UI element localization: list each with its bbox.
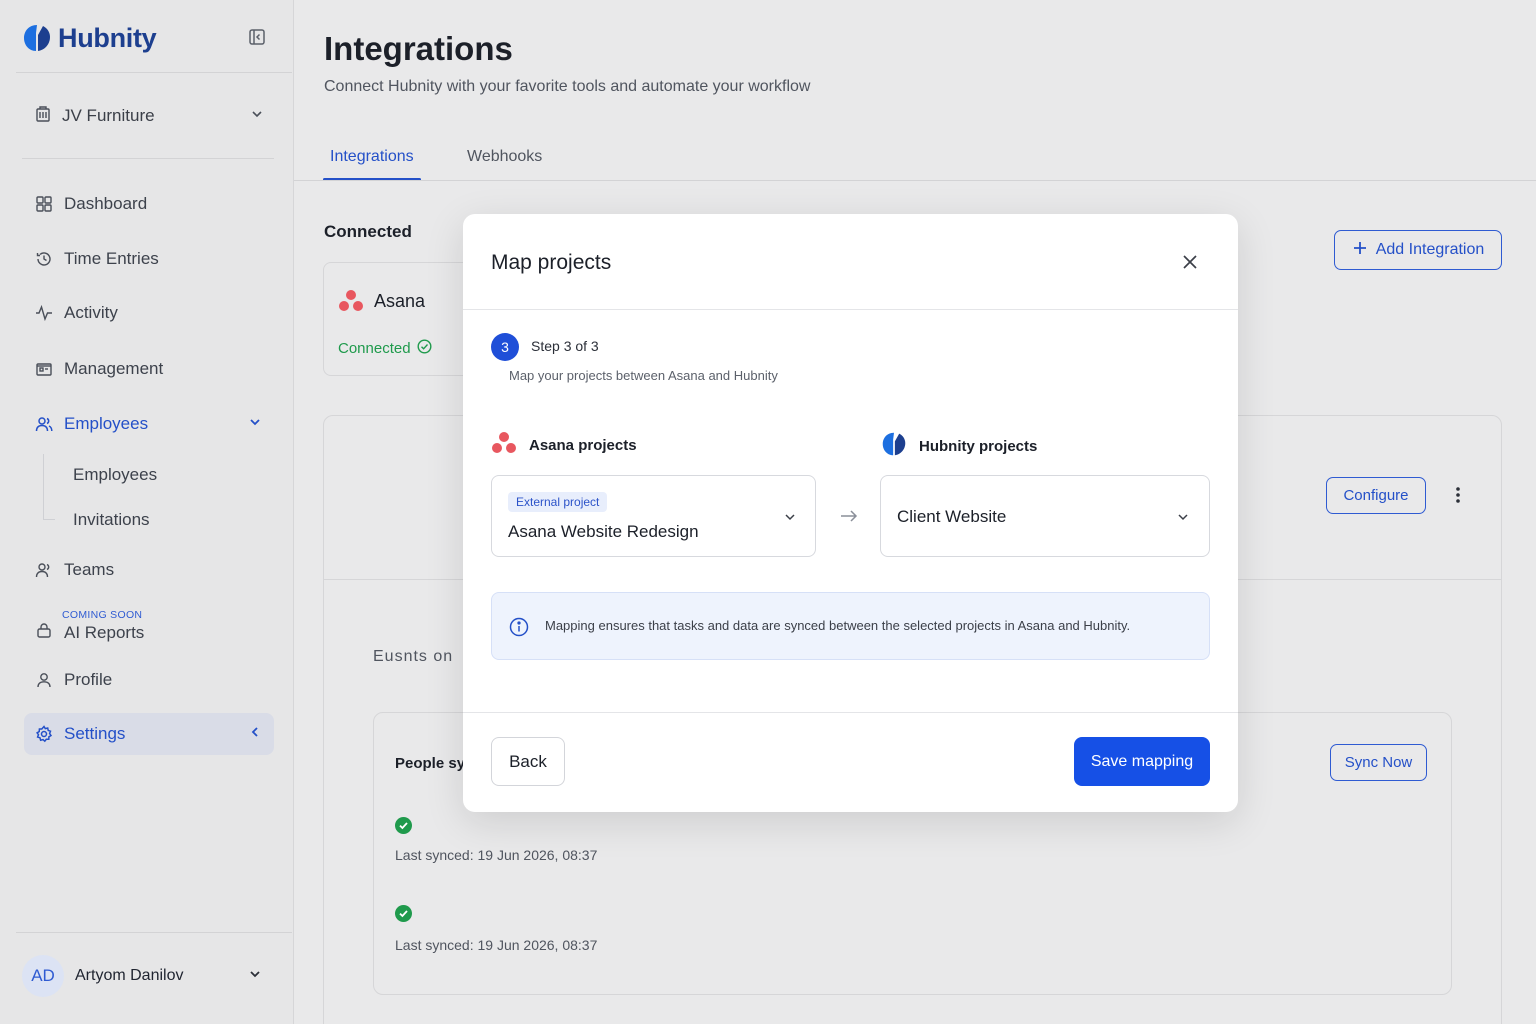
chevron-down-icon — [248, 967, 262, 986]
hubnity-logo-icon — [24, 25, 50, 51]
asana-logo-icon — [491, 431, 517, 459]
connected-section-title: Connected — [324, 222, 412, 241]
sidebar-subitem-employees[interactable]: Employees — [73, 465, 157, 485]
user-menu[interactable]: AD Artyom Danilov — [22, 954, 272, 998]
sidebar-item-label: Employees — [64, 414, 149, 433]
user-name: Artyom Danilov — [75, 967, 184, 984]
asana-projects-header: Asana projects — [491, 431, 637, 459]
page-subtitle: Connect Hubnity with your favorite tools… — [324, 78, 811, 95]
sidebar-divider — [16, 72, 292, 73]
page-title: Integrations — [324, 30, 513, 67]
hubnity-project-select[interactable]: Client Website — [880, 475, 1210, 557]
sidebar-item-label: Profile — [64, 670, 113, 689]
sidebar-item-time-entries[interactable]: Time Entries — [24, 239, 274, 279]
activity-pulse-icon — [34, 303, 54, 323]
info-icon — [508, 616, 530, 638]
building-icon — [34, 105, 52, 128]
modal-divider — [463, 309, 1238, 310]
gear-icon — [34, 724, 54, 744]
brand-logo[interactable]: Hubnity — [22, 20, 272, 56]
save-mapping-button[interactable]: Save mapping — [1074, 737, 1210, 786]
map-projects-modal: Map projects 3 Step 3 of 3 Map your proj… — [463, 214, 1238, 812]
asana-project-select[interactable]: External project Asana Website Redesign — [491, 475, 816, 557]
sidebar-item-dashboard[interactable]: Dashboard — [24, 184, 274, 224]
sidebar: Hubnity JV Furniture Dashboard Time Entr… — [0, 0, 294, 1024]
back-button[interactable]: Back — [491, 737, 565, 786]
asana-project-value: Asana Website Redesign — [508, 522, 699, 541]
sidebar-item-settings[interactable]: Settings — [24, 713, 274, 755]
sidebar-divider — [22, 158, 274, 159]
people-sync-label: People syr — [395, 755, 471, 772]
step-indicator: Step 3 of 3 — [531, 338, 599, 354]
sidebar-subitem-invitations[interactable]: Invitations — [73, 510, 150, 530]
team-icon — [34, 560, 54, 580]
avatar: AD — [22, 955, 64, 997]
last-synced-text: Last synced: 19 Jun 2026, 08:37 — [395, 937, 598, 953]
chevron-down-icon — [1176, 510, 1190, 524]
org-name: JV Furniture — [62, 106, 155, 125]
chevron-down-icon — [250, 106, 264, 126]
history-clock-icon — [34, 249, 54, 269]
external-project-tag: External project — [508, 492, 608, 512]
connected-status-label: Connected — [338, 340, 411, 357]
sidebar-divider — [16, 932, 292, 933]
more-vertical-icon[interactable] — [1448, 484, 1468, 506]
asana-card-name: Asana — [374, 291, 426, 311]
org-selector[interactable]: JV Furniture — [34, 100, 264, 132]
hubnity-projects-header: Hubnity projects — [881, 431, 1037, 461]
connected-status: Connected — [338, 339, 432, 358]
info-text: Mapping ensures that tasks and data are … — [545, 618, 1131, 633]
chevron-left-icon — [248, 724, 262, 744]
users-icon — [34, 414, 54, 434]
close-icon[interactable] — [1179, 251, 1201, 273]
grid-icon — [34, 194, 54, 214]
configure-button[interactable]: Configure — [1326, 477, 1426, 514]
hubnity-project-value: Client Website — [897, 507, 1007, 526]
add-integration-label: Add Integration — [1375, 241, 1485, 258]
arrow-right-icon — [839, 507, 859, 525]
sidebar-item-label: Activity — [64, 303, 118, 322]
sidebar-item-activity[interactable]: Activity — [24, 293, 274, 333]
user-icon — [34, 670, 54, 690]
sidebar-item-teams[interactable]: Teams — [24, 550, 274, 590]
sidebar-item-label: Dashboard — [64, 194, 148, 213]
hubnity-logo-icon — [881, 431, 907, 461]
asana-logo-icon — [338, 289, 364, 318]
submenu-guide-line — [43, 454, 44, 520]
asana-projects-title: Asana projects — [529, 436, 637, 454]
sidebar-item-label: Settings — [64, 724, 126, 743]
brand-name: Hubnity — [58, 22, 157, 53]
check-circle-filled-icon — [395, 905, 412, 922]
sidebar-item-management[interactable]: Management — [24, 349, 274, 389]
events-label: Eusnts on — [373, 648, 454, 665]
sidebar-item-profile[interactable]: Profile — [24, 660, 274, 700]
sidebar-item-ai-reports[interactable]: AI Reports — [24, 614, 274, 646]
tab-webhooks[interactable]: Webhooks — [467, 148, 542, 166]
modal-title: Map projects — [491, 251, 612, 274]
sidebar-item-label: Management — [64, 359, 164, 378]
sidebar-item-employees[interactable]: Employees — [24, 404, 274, 444]
sidebar-collapse-icon[interactable] — [246, 26, 268, 48]
step-description: Map your projects between Asana and Hubn… — [509, 368, 778, 383]
plus-icon — [1352, 240, 1368, 261]
step-number-badge: 3 — [491, 333, 519, 361]
chevron-down-icon — [248, 414, 262, 434]
sync-now-button[interactable]: Sync Now — [1330, 744, 1427, 781]
sidebar-item-label: Time Entries — [64, 249, 159, 268]
add-integration-button[interactable]: Add Integration — [1334, 230, 1502, 270]
tab-integrations[interactable]: Integrations — [330, 148, 414, 166]
hubnity-projects-title: Hubnity projects — [919, 437, 1038, 455]
mapping-info-callout: Mapping ensures that tasks and data are … — [491, 592, 1210, 660]
modal-footer-divider — [463, 712, 1238, 713]
folder-icon — [34, 359, 54, 379]
tabs-divider — [294, 180, 1536, 181]
sidebar-item-label: AI Reports — [64, 623, 145, 642]
submenu-guide-tick — [43, 519, 55, 520]
check-circle-icon — [417, 339, 432, 358]
chevron-down-icon — [783, 510, 797, 524]
sidebar-item-label: Teams — [64, 560, 115, 579]
last-synced-text: Last synced: 19 Jun 2026, 08:37 — [395, 847, 598, 863]
lock-icon — [34, 620, 54, 640]
check-circle-filled-icon — [395, 817, 412, 834]
